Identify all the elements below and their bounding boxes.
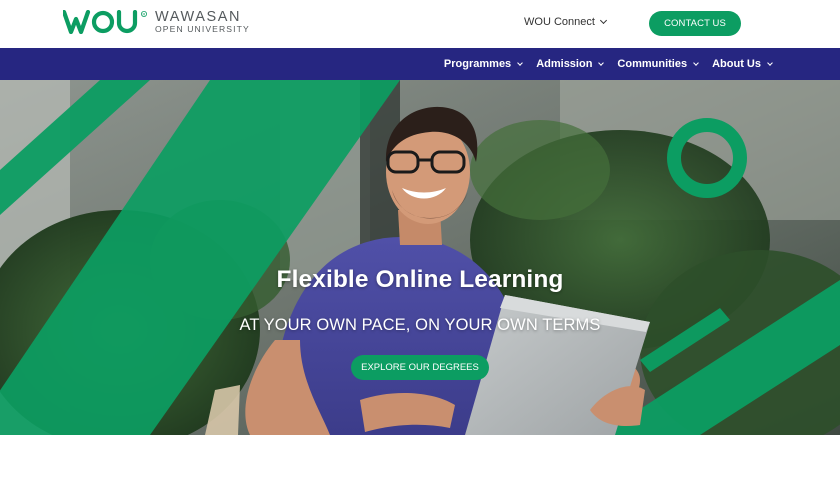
logo-wordmark-line2: OPEN UNIVERSITY (155, 24, 250, 35)
wou-logo-mark: R (63, 10, 148, 34)
nav-item-programmes[interactable]: Programmes (443, 58, 524, 70)
explore-degrees-label: EXPLORE OUR DEGREES (361, 362, 479, 373)
contact-us-label: CONTACT US (664, 18, 726, 29)
hero-background-image (0, 80, 840, 435)
site-header: R WAWASAN OPEN UNIVERSITY WOU Connect CO… (0, 0, 840, 48)
nav-item-label: Admission (536, 58, 593, 70)
nav-item-about-us[interactable]: About Us (712, 58, 773, 70)
nav-item-admission[interactable]: Admission (536, 58, 605, 70)
chevron-down-icon (599, 16, 607, 25)
nav-item-label: Communities (617, 58, 688, 70)
nav-item-communities[interactable]: Communities (617, 58, 699, 70)
nav-item-label: About Us (712, 58, 761, 70)
page-content-area (0, 435, 840, 495)
wou-logo[interactable]: R WAWASAN OPEN UNIVERSITY (63, 9, 250, 35)
chevron-down-icon (598, 59, 605, 66)
chevron-down-icon (693, 59, 699, 66)
contact-us-button[interactable]: CONTACT US (649, 11, 741, 36)
hero-banner: Flexible Online Learning AT YOUR OWN PAC… (0, 80, 840, 435)
nav-item-label: Programmes (443, 58, 512, 70)
main-nav: Programmes Admission Communities About U… (0, 48, 840, 80)
svg-text:R: R (143, 12, 146, 17)
wou-connect-label: WOU Connect (524, 16, 595, 28)
chevron-down-icon (767, 59, 773, 66)
explore-degrees-button[interactable]: EXPLORE OUR DEGREES (351, 355, 489, 380)
hero-title: Flexible Online Learning (276, 266, 564, 293)
wou-connect-menu[interactable]: WOU Connect (524, 16, 607, 28)
logo-wordmark-line1: WAWASAN (155, 8, 242, 25)
chevron-down-icon (517, 59, 524, 66)
hero-subtitle: AT YOUR OWN PACE, ON YOUR OWN TERMS (239, 316, 601, 334)
